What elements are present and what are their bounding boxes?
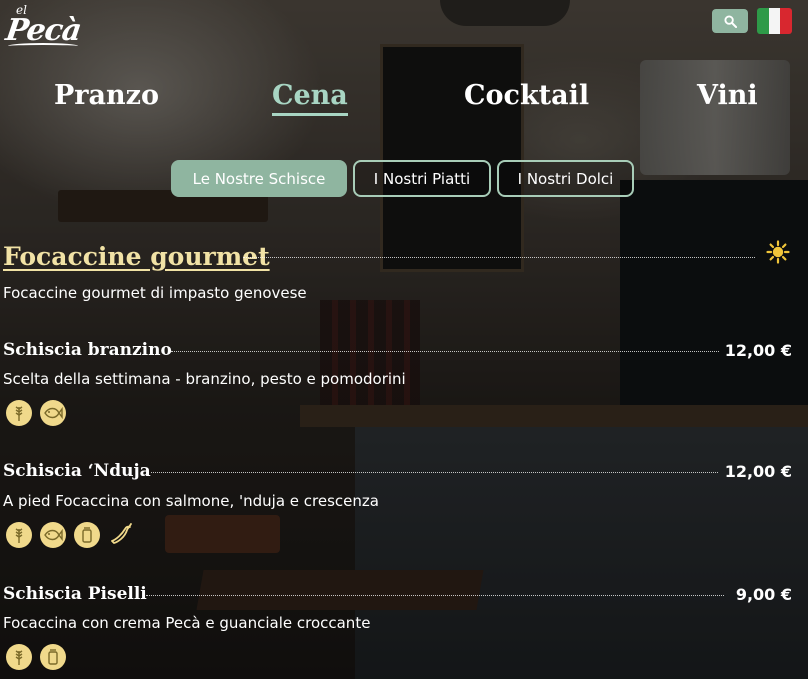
tab-i-nostri-dolci[interactable]: I Nostri Dolci: [497, 160, 634, 197]
allergen-icons: [6, 644, 66, 670]
gluten-icon: [6, 644, 32, 670]
item-name: Schiscia branzino: [3, 340, 172, 360]
tab-le-nostre-schisce[interactable]: Le Nostre Schisce: [171, 160, 347, 197]
item-name: Schiscia ‘Nduja: [3, 461, 151, 481]
main-nav: Pranzo Cena Cocktail Vini: [0, 80, 808, 120]
dairy-icon: [40, 644, 66, 670]
dotted-leader: [151, 472, 718, 473]
spicy-pepper-icon: [108, 522, 134, 548]
logo-swoosh: [8, 43, 78, 49]
nav-cocktail[interactable]: Cocktail: [464, 80, 589, 111]
search-icon: [723, 14, 737, 28]
gluten-icon: [6, 522, 32, 548]
nav-cena[interactable]: Cena: [272, 80, 348, 116]
item-name: Schiscia Piselli: [3, 584, 147, 604]
allergen-icons: [6, 522, 134, 548]
category-title: Focaccine gourmet: [3, 242, 270, 271]
nav-pranzo[interactable]: Pranzo: [54, 80, 159, 111]
language-selector[interactable]: [757, 8, 792, 34]
italian-flag-icon: [757, 8, 769, 34]
dotted-leader: [171, 351, 719, 352]
item-price: 12,00 €: [724, 341, 792, 360]
tab-i-nostri-piatti[interactable]: I Nostri Piatti: [353, 160, 491, 197]
item-description: Focaccina con crema Pecà e guanciale cro…: [3, 614, 371, 632]
fish-icon: [40, 400, 66, 426]
logo[interactable]: el Pecà: [4, 3, 90, 49]
item-description: Scelta della settimana - branzino, pesto…: [3, 370, 406, 388]
allergen-icons: [6, 400, 66, 426]
item-price: 12,00 €: [724, 462, 792, 481]
category-description: Focaccine gourmet di impasto genovese: [3, 284, 307, 302]
dotted-leader: [243, 257, 755, 258]
item-price: 9,00 €: [735, 585, 792, 604]
dotted-leader: [146, 595, 724, 596]
nav-vini[interactable]: Vini: [697, 80, 758, 111]
gluten-icon: [6, 400, 32, 426]
sun-icon: [766, 240, 790, 264]
search-button[interactable]: [712, 9, 748, 33]
fish-icon: [40, 522, 66, 548]
item-description: A pied Focaccina con salmone, 'nduja e c…: [3, 492, 379, 510]
dairy-icon: [74, 522, 100, 548]
